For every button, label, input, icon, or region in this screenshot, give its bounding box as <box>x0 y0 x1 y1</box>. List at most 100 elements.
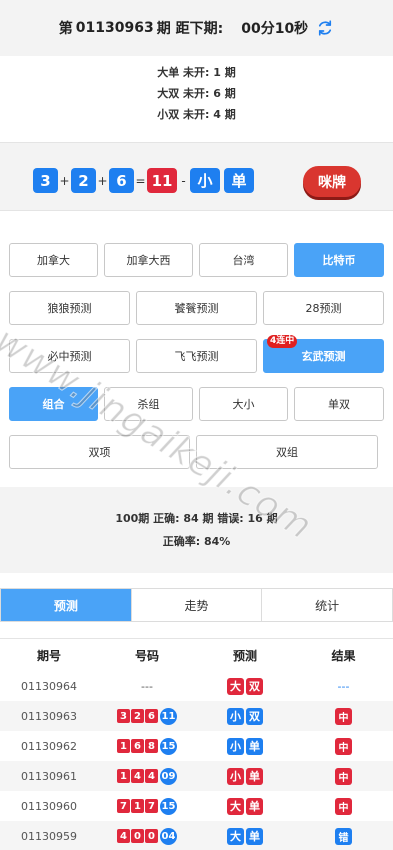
table-row: 01130964 --- 大双 --- <box>0 671 393 701</box>
predictor-button[interactable]: 28预测 <box>263 291 384 325</box>
row-result: 中 <box>294 737 393 755</box>
game-button-bitcoin[interactable]: 比特币 <box>294 243 384 277</box>
prediction-tag: 单 <box>246 767 263 785</box>
table-row: 01130962 1 6 8 15 小单中 <box>0 731 393 761</box>
tab-trend[interactable]: 走势 <box>132 589 263 621</box>
result-number-2: 2 <box>71 168 96 193</box>
type-button-double-item[interactable]: 双项 <box>9 435 190 469</box>
table-header: 期号 号码 预测 结果 <box>0 639 393 671</box>
mipai-button[interactable]: 咪牌 <box>303 166 361 197</box>
result-badge: 中 <box>335 767 352 785</box>
row-numbers: 3 2 6 11 <box>98 707 196 725</box>
prediction-tag: 双 <box>246 677 263 695</box>
row-numbers: 4 0 0 04 <box>98 827 196 845</box>
row-number-ball: 0 <box>145 829 158 843</box>
row-number-ball: 1 <box>117 769 130 783</box>
result-size: 小 <box>190 168 220 193</box>
prediction-tag: 大 <box>227 827 244 845</box>
streak-badge: 4连中 <box>267 335 298 348</box>
missing-line: 大单 未开: 1 期 <box>157 66 236 79</box>
row-prediction: 大双 <box>196 677 294 695</box>
row-sum-ball: 11 <box>160 707 177 725</box>
row-numbers: 7 1 7 15 <box>98 797 196 815</box>
result-badge: 中 <box>335 707 352 725</box>
equals-sign: = <box>135 173 146 188</box>
row-prediction: 大单 <box>196 827 294 845</box>
accuracy-rate: 正确率: 84% <box>162 535 231 548</box>
row-sum-ball: 15 <box>160 737 177 755</box>
row-sum-ball: 04 <box>160 827 177 845</box>
game-button-taiwan[interactable]: 台湾 <box>199 243 288 277</box>
issue-prefix: 第 <box>58 21 73 37</box>
plus-sign: + <box>59 173 70 188</box>
row-number-ball: 7 <box>117 799 130 813</box>
tab-statistics[interactable]: 统计 <box>262 589 392 621</box>
type-button-combo[interactable]: 组合 <box>9 387 98 421</box>
predictor-button[interactable]: 必中预测 <box>9 339 130 373</box>
row-number-ball: 1 <box>131 799 144 813</box>
header-bar: 第 01130963 期 距下期: 00分10秒 <box>0 0 393 56</box>
predictor-button[interactable]: 狼狼预测 <box>9 291 130 325</box>
row-result: --- <box>294 680 393 693</box>
result-badge: --- <box>337 679 350 693</box>
row-issue: 01130960 <box>21 799 77 813</box>
prediction-tag: 小 <box>227 737 244 755</box>
prediction-table: 期号 号码 预测 结果 01130964 --- 大双 --- 01130963 3 2 6 1… <box>0 638 393 850</box>
result-badge: 错 <box>335 827 352 845</box>
result-badge: 中 <box>335 737 352 755</box>
countdown: 00分10秒 <box>241 21 309 37</box>
row-number-ball: 6 <box>131 739 144 753</box>
row-number-ball: 4 <box>131 769 144 783</box>
type-button-size[interactable]: 大小 <box>199 387 288 421</box>
table-row: 01130963 3 2 6 11 小双 中 <box>0 701 393 731</box>
prediction-tag: 双 <box>246 707 263 725</box>
missing-line: 小双 未开: 4 期 <box>157 108 236 121</box>
game-button-canada-west[interactable]: 加拿大西 <box>104 243 193 277</box>
row-numbers: --- <box>98 680 196 693</box>
row-number-ball: 4 <box>117 829 130 843</box>
plus-sign: + <box>97 173 108 188</box>
row-issue: 01130961 <box>21 769 77 783</box>
table-row: 01130961 1 4 4 09 小单 中 <box>0 761 393 791</box>
game-button-canada[interactable]: 加拿大 <box>9 243 98 277</box>
missing-line: 大双 未开: 6 期 <box>157 87 236 100</box>
column-header-issue: 期号 <box>36 648 61 663</box>
prediction-tag: 小 <box>227 707 244 725</box>
type-button-kill[interactable]: 杀组 <box>104 387 193 421</box>
result-parity: 单 <box>224 168 254 193</box>
refresh-icon[interactable] <box>316 19 334 37</box>
prediction-tag: 小 <box>227 767 244 785</box>
column-header-numbers: 号码 <box>134 648 159 663</box>
tab-prediction[interactable]: 预测 <box>1 589 132 621</box>
column-header-prediction: 预测 <box>232 648 257 663</box>
row-number-ball: 6 <box>145 709 158 723</box>
prediction-tag: 单 <box>246 797 263 815</box>
row-number-ball: 0 <box>131 829 144 843</box>
predictor-button[interactable]: 飞飞预测 <box>136 339 257 373</box>
result-badge: 中 <box>335 797 352 815</box>
row-prediction: 大单 <box>196 797 294 815</box>
row-number-ball: 7 <box>145 799 158 813</box>
row-numbers: 1 6 8 15 <box>98 737 196 755</box>
draw-result: 3 + 2 + 6 = 11 - 小 单 <box>33 168 254 193</box>
missing-stats: 大单 未开: 1 期 大双 未开: 6 期 小双 未开: 4 期 <box>0 62 393 125</box>
result-number-1: 3 <box>33 168 58 193</box>
table-row: 01130959 4 0 0 04 大单错 <box>0 821 393 850</box>
row-numbers: 1 4 4 09 <box>98 767 196 785</box>
column-header-result: 结果 <box>331 648 356 663</box>
row-issue: 01130964 <box>21 679 77 693</box>
row-result: 中 <box>294 707 393 725</box>
row-issue: 01130963 <box>21 709 77 723</box>
prediction-tag: 单 <box>246 827 263 845</box>
predictor-button[interactable]: 饕餮预测 <box>136 291 257 325</box>
pending-numbers: --- <box>141 679 153 693</box>
prediction-tag: 大 <box>227 797 244 815</box>
result-number-3: 6 <box>109 168 134 193</box>
table-row: 01130960 7 1 7 15 大单中 <box>0 791 393 821</box>
predictor-button-active[interactable]: 4连中 玄武预测 <box>263 335 384 373</box>
predictor-label: 玄武预测 <box>301 350 346 363</box>
row-number-ball: 3 <box>117 709 130 723</box>
result-sum: 11 <box>147 168 177 193</box>
type-button-double-group[interactable]: 双组 <box>196 435 378 469</box>
type-button-parity[interactable]: 单双 <box>294 387 384 421</box>
